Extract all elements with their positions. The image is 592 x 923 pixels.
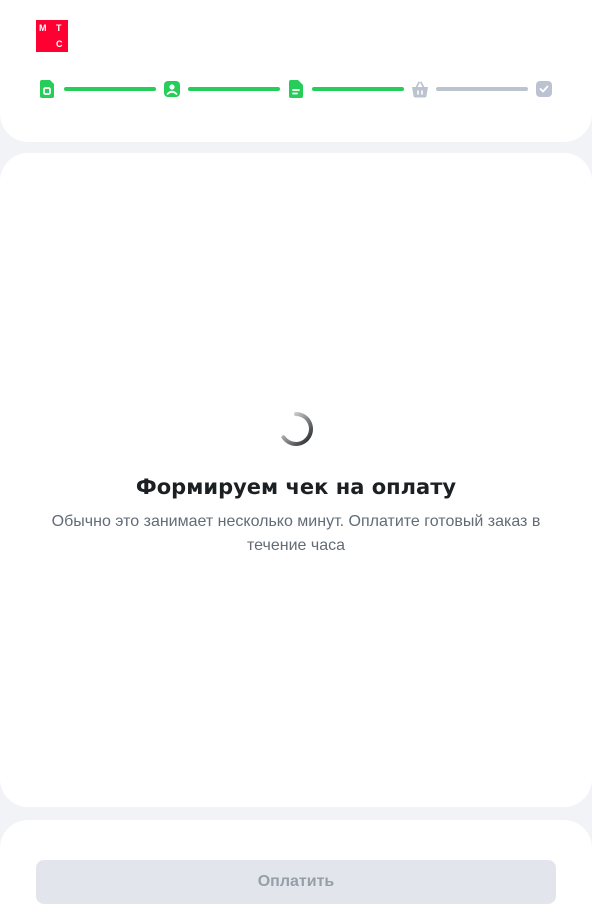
loading-title: Формируем чек на оплату	[135, 475, 457, 499]
step-connector	[312, 87, 404, 91]
logo-letter: Т	[56, 23, 62, 33]
header-panel: М Т С	[0, 0, 592, 142]
order-progress-stepper	[38, 79, 554, 99]
checkmark-icon	[535, 79, 553, 99]
step-connector	[64, 87, 156, 91]
step-connector	[188, 87, 280, 91]
loading-subtitle: Обычно это занимает несколько минут. Опл…	[51, 513, 541, 554]
shopping-basket-icon	[411, 79, 429, 99]
pay-button[interactable]: Оплатить	[36, 860, 556, 904]
logo-letter: М	[39, 23, 47, 33]
loading-spinner-icon	[281, 412, 313, 446]
user-profile-icon	[163, 79, 181, 99]
document-icon	[287, 79, 305, 99]
mts-logo: М Т С	[36, 20, 68, 52]
step-connector	[436, 87, 528, 91]
sim-card-icon	[38, 79, 56, 99]
logo-letter: С	[56, 39, 63, 49]
